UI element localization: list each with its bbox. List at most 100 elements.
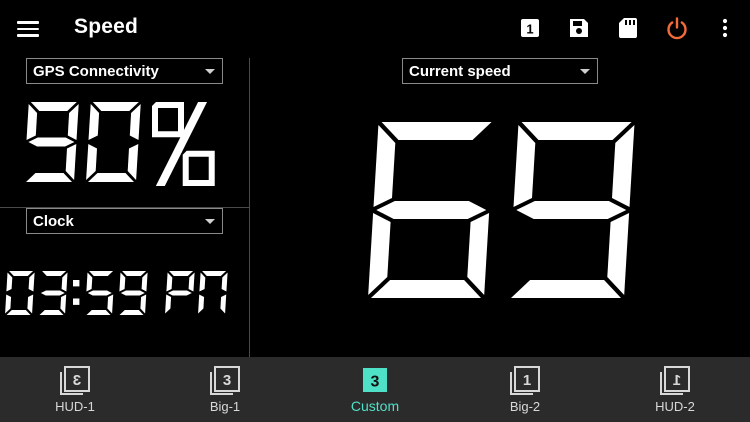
layout-hud-2-icon: 1 — [660, 366, 690, 395]
segment-e — [86, 144, 97, 180]
segment-g — [87, 290, 112, 296]
segment-g — [40, 290, 65, 296]
svg-text:3: 3 — [73, 372, 81, 389]
segment-c — [140, 294, 147, 314]
segment-d — [371, 280, 481, 298]
more-options-button[interactable] — [712, 15, 738, 41]
save-button[interactable] — [566, 15, 592, 41]
segment-b — [28, 272, 35, 292]
svg-text:1: 1 — [526, 22, 533, 37]
glyph-9 — [119, 271, 148, 315]
nav-item-hud-1[interactable]: 3 HUD-1 — [0, 357, 150, 422]
segment-f — [119, 272, 126, 292]
segment-e — [198, 294, 205, 314]
glyph-M — [198, 271, 228, 314]
colon-dot — [73, 280, 80, 287]
layout-1-icon: 1 — [521, 19, 539, 37]
gps-connectivity-dropdown[interactable]: GPS Connectivity — [26, 58, 223, 84]
segment-f — [166, 272, 173, 292]
app-bar: Speed 1 — [0, 0, 750, 56]
colon-dot — [73, 298, 80, 305]
segment-a — [122, 271, 147, 276]
sd-card-icon — [619, 18, 637, 38]
speed-digit-9 — [511, 122, 635, 298]
digit-9 — [26, 102, 79, 182]
segment-b — [67, 104, 79, 140]
bottom-navigation: 3 HUD-1 3 Big-1 3 Custom 1 Big-2 1 HUD-2 — [0, 357, 750, 422]
clock-value — [5, 271, 228, 315]
digit-0 — [86, 102, 141, 182]
segment-c — [65, 144, 77, 180]
panel-divider-vertical — [249, 58, 250, 357]
layout-hud-1-icon: 3 — [60, 366, 90, 395]
segment-c — [107, 294, 114, 314]
dropdown-arrow-icon — [205, 69, 215, 74]
segment-a — [521, 122, 632, 140]
clock-dropdown[interactable]: Clock — [26, 208, 223, 234]
segment-c — [27, 294, 34, 314]
layout-custom-icon: 3 — [363, 368, 387, 392]
segment-a — [202, 271, 227, 276]
segment-d — [6, 310, 31, 315]
current-speed-value — [368, 122, 635, 298]
segment-a — [9, 271, 34, 276]
segment-f — [6, 272, 13, 292]
segment-b — [129, 104, 141, 140]
svg-text:3: 3 — [371, 374, 380, 391]
segment-a — [89, 271, 114, 276]
segment-e — [5, 294, 12, 314]
segment-c — [220, 294, 227, 314]
segment-b — [221, 272, 228, 292]
layout-big-1-icon: 3 — [210, 366, 240, 395]
segment-f — [88, 104, 100, 140]
segment-b — [141, 272, 148, 292]
svg-text:1: 1 — [673, 372, 681, 389]
glyph-5 — [86, 271, 114, 315]
svg-text:1: 1 — [523, 372, 531, 389]
power-button[interactable] — [664, 15, 690, 41]
nav-item-big-1[interactable]: 3 Big-1 — [150, 357, 300, 422]
sd-card-button[interactable] — [615, 15, 641, 41]
segment-d — [88, 173, 134, 182]
segment-a — [92, 102, 139, 111]
segment-d — [511, 280, 621, 298]
segment-b — [61, 272, 68, 292]
segment-g — [376, 201, 487, 219]
segment-d — [26, 173, 72, 182]
segment-g — [28, 137, 75, 147]
glyph-P — [165, 271, 195, 314]
segment-a — [169, 271, 194, 276]
segment-a — [30, 102, 77, 111]
layout-1-button[interactable]: 1 — [517, 15, 543, 41]
segment-f — [199, 272, 206, 292]
segment-f — [26, 104, 38, 140]
segment-f — [373, 125, 396, 207]
page-title: Speed — [74, 15, 139, 38]
percent-sign — [152, 102, 215, 186]
nav-item-custom[interactable]: 3 Custom — [300, 357, 450, 422]
dropdown-arrow-icon — [580, 69, 590, 74]
segment-d — [86, 310, 111, 315]
hamburger-menu-icon[interactable] — [17, 18, 39, 38]
segment-c — [60, 294, 67, 314]
segment-g — [516, 201, 627, 219]
segment-f — [86, 272, 93, 292]
glyph-3 — [39, 271, 68, 315]
svg-text:3: 3 — [223, 372, 231, 389]
gps-connectivity-value — [26, 102, 215, 186]
speed-digit-6 — [368, 122, 492, 298]
nav-item-big-2[interactable]: 1 Big-2 — [450, 357, 600, 422]
segment-d — [39, 310, 64, 315]
save-icon — [570, 19, 588, 37]
power-icon — [667, 17, 687, 40]
segment-a — [381, 122, 492, 140]
more-vert-icon — [722, 18, 728, 38]
current-speed-dropdown[interactable]: Current speed — [402, 58, 598, 84]
nav-item-hud-2[interactable]: 1 HUD-2 — [600, 357, 750, 422]
segment-g — [120, 290, 145, 296]
segment-e — [165, 294, 172, 314]
segment-c — [467, 213, 490, 295]
segment-a — [42, 271, 67, 276]
segment-c — [607, 213, 630, 295]
layout-big-2-icon: 1 — [510, 366, 540, 395]
